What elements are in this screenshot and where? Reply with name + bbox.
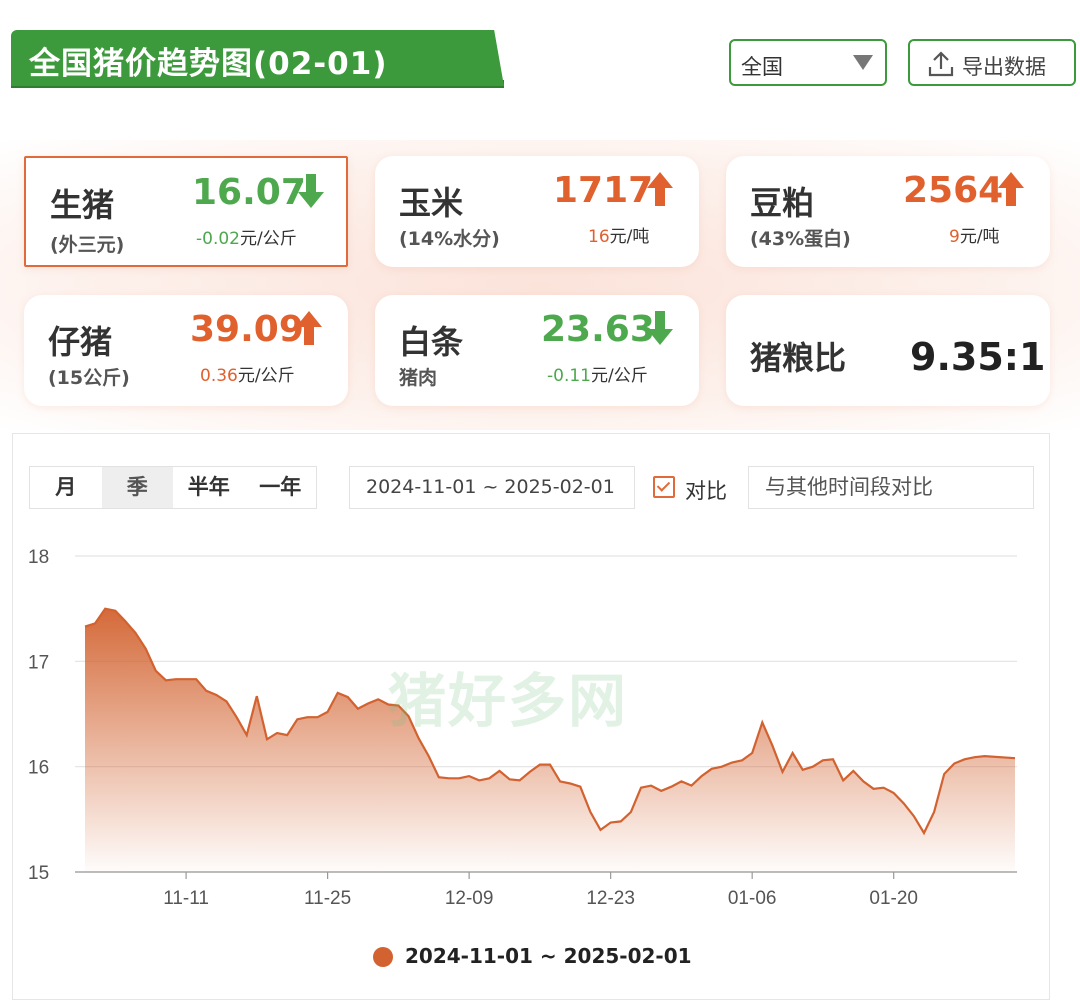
arrow-up-icon <box>647 172 673 206</box>
checkmark-icon <box>656 478 671 492</box>
card-corn[interactable]: 玉米 (14%水分) 1717 16元/吨 <box>375 156 699 267</box>
card-delta-value: 9 <box>949 227 960 247</box>
card-delta: 16元/吨 <box>588 222 649 247</box>
card-pork-carcass[interactable]: 白条 猪肉 23.63 -0.11元/公斤 <box>375 295 699 406</box>
card-price: 16.07 <box>192 172 306 213</box>
card-sub: (外三元) <box>50 234 125 256</box>
card-delta: -0.11元/公斤 <box>547 361 648 386</box>
card-delta-unit: 元/吨 <box>959 227 1000 247</box>
x-tick-label: 01-20 <box>869 888 918 909</box>
card-name: 生猪 <box>50 186 115 224</box>
card-name: 豆粕 <box>750 184 815 222</box>
card-sub: (14%水分) <box>399 228 500 250</box>
card-sub: 猪肉 <box>399 367 438 389</box>
export-data-label: 导出数据 <box>962 55 1046 79</box>
card-name: 仔猪 <box>48 323 113 361</box>
arrow-down-icon <box>298 174 324 208</box>
title-banner: 全国猪价趋势图(02-01) <box>11 30 504 86</box>
card-delta-value: -0.11 <box>547 366 591 386</box>
card-price: 39.09 <box>190 309 304 350</box>
upload-icon <box>928 51 954 77</box>
legend-dot <box>373 947 393 967</box>
card-delta-unit: 元/公斤 <box>591 366 648 386</box>
card-price: 23.63 <box>541 309 655 350</box>
arrow-up-icon <box>998 172 1024 206</box>
series-area-fill <box>85 608 1015 872</box>
region-select-value: 全国 <box>741 55 783 79</box>
compare-period-input[interactable]: 与其他时间段对比 <box>748 466 1034 509</box>
card-sub: (43%蛋白) <box>750 228 851 250</box>
card-price: 1717 <box>553 170 654 211</box>
region-select[interactable]: 全国 <box>729 39 887 86</box>
card-delta: -0.02元/公斤 <box>196 224 297 249</box>
chart-area-layer <box>84 607 1016 872</box>
page-title: 全国猪价趋势图(02-01) <box>29 46 388 82</box>
date-range-picker[interactable]: 2024-11-01 ~ 2025-02-01 <box>349 466 635 509</box>
x-tick-label: 12-23 <box>586 888 635 909</box>
card-delta: 0.36元/公斤 <box>200 361 295 386</box>
card-live-hog[interactable]: 生猪 (外三元) 16.07 -0.02元/公斤 <box>24 156 348 267</box>
caret-down-icon <box>853 55 873 70</box>
card-name: 猪粮比 <box>750 339 847 377</box>
compare-label: 对比 <box>685 479 727 503</box>
period-tabs: 月 季 半年 一年 <box>29 466 317 509</box>
card-delta-unit: 元/吨 <box>609 227 650 247</box>
y-tick-label: 17 <box>28 652 49 673</box>
x-tick-label: 12-09 <box>445 888 494 909</box>
card-hog-grain-ratio[interactable]: 猪粮比 9.35:1 <box>726 295 1050 406</box>
y-tick-label: 16 <box>28 758 49 779</box>
card-delta-value: 16 <box>588 227 610 247</box>
card-delta: 9元/吨 <box>949 222 1000 247</box>
tab-half-year[interactable]: 半年 <box>173 467 245 508</box>
card-delta-unit: 元/公斤 <box>237 366 295 386</box>
hog-grain-ratio-value: 9.35:1 <box>910 335 1046 379</box>
card-name: 玉米 <box>399 184 464 222</box>
tab-month[interactable]: 月 <box>30 467 102 508</box>
x-tick-label: 11-11 <box>163 888 209 909</box>
arrow-down-icon <box>647 311 673 345</box>
y-tick-label: 18 <box>28 547 49 568</box>
tab-year[interactable]: 一年 <box>245 467 317 508</box>
export-data-button[interactable]: 导出数据 <box>908 39 1076 86</box>
legend-label: 2024-11-01 ~ 2025-02-01 <box>405 944 692 968</box>
card-soybean-meal[interactable]: 豆粕 (43%蛋白) 2564 9元/吨 <box>726 156 1050 267</box>
card-piglet[interactable]: 仔猪 (15公斤) 39.09 0.36元/公斤 <box>24 295 348 406</box>
x-tick-label: 11-25 <box>304 888 351 909</box>
chart-panel: 月 季 半年 一年 2024-11-01 ~ 2025-02-01 对比 与其他… <box>12 433 1050 1000</box>
tab-quarter[interactable]: 季 <box>101 467 173 508</box>
compare-checkbox[interactable] <box>653 476 675 498</box>
card-delta-unit: 元/公斤 <box>240 229 297 249</box>
card-delta-value: -0.02 <box>196 229 240 249</box>
y-tick-label: 15 <box>28 863 49 884</box>
card-name: 白条 <box>399 323 464 361</box>
arrow-up-icon <box>296 311 322 345</box>
x-tick-label: 01-06 <box>728 888 777 909</box>
site-watermark: 猪好多网 <box>388 667 629 735</box>
card-sub: (15公斤) <box>48 367 130 389</box>
card-delta-value: 0.36 <box>200 366 238 386</box>
card-price: 2564 <box>903 170 1004 211</box>
